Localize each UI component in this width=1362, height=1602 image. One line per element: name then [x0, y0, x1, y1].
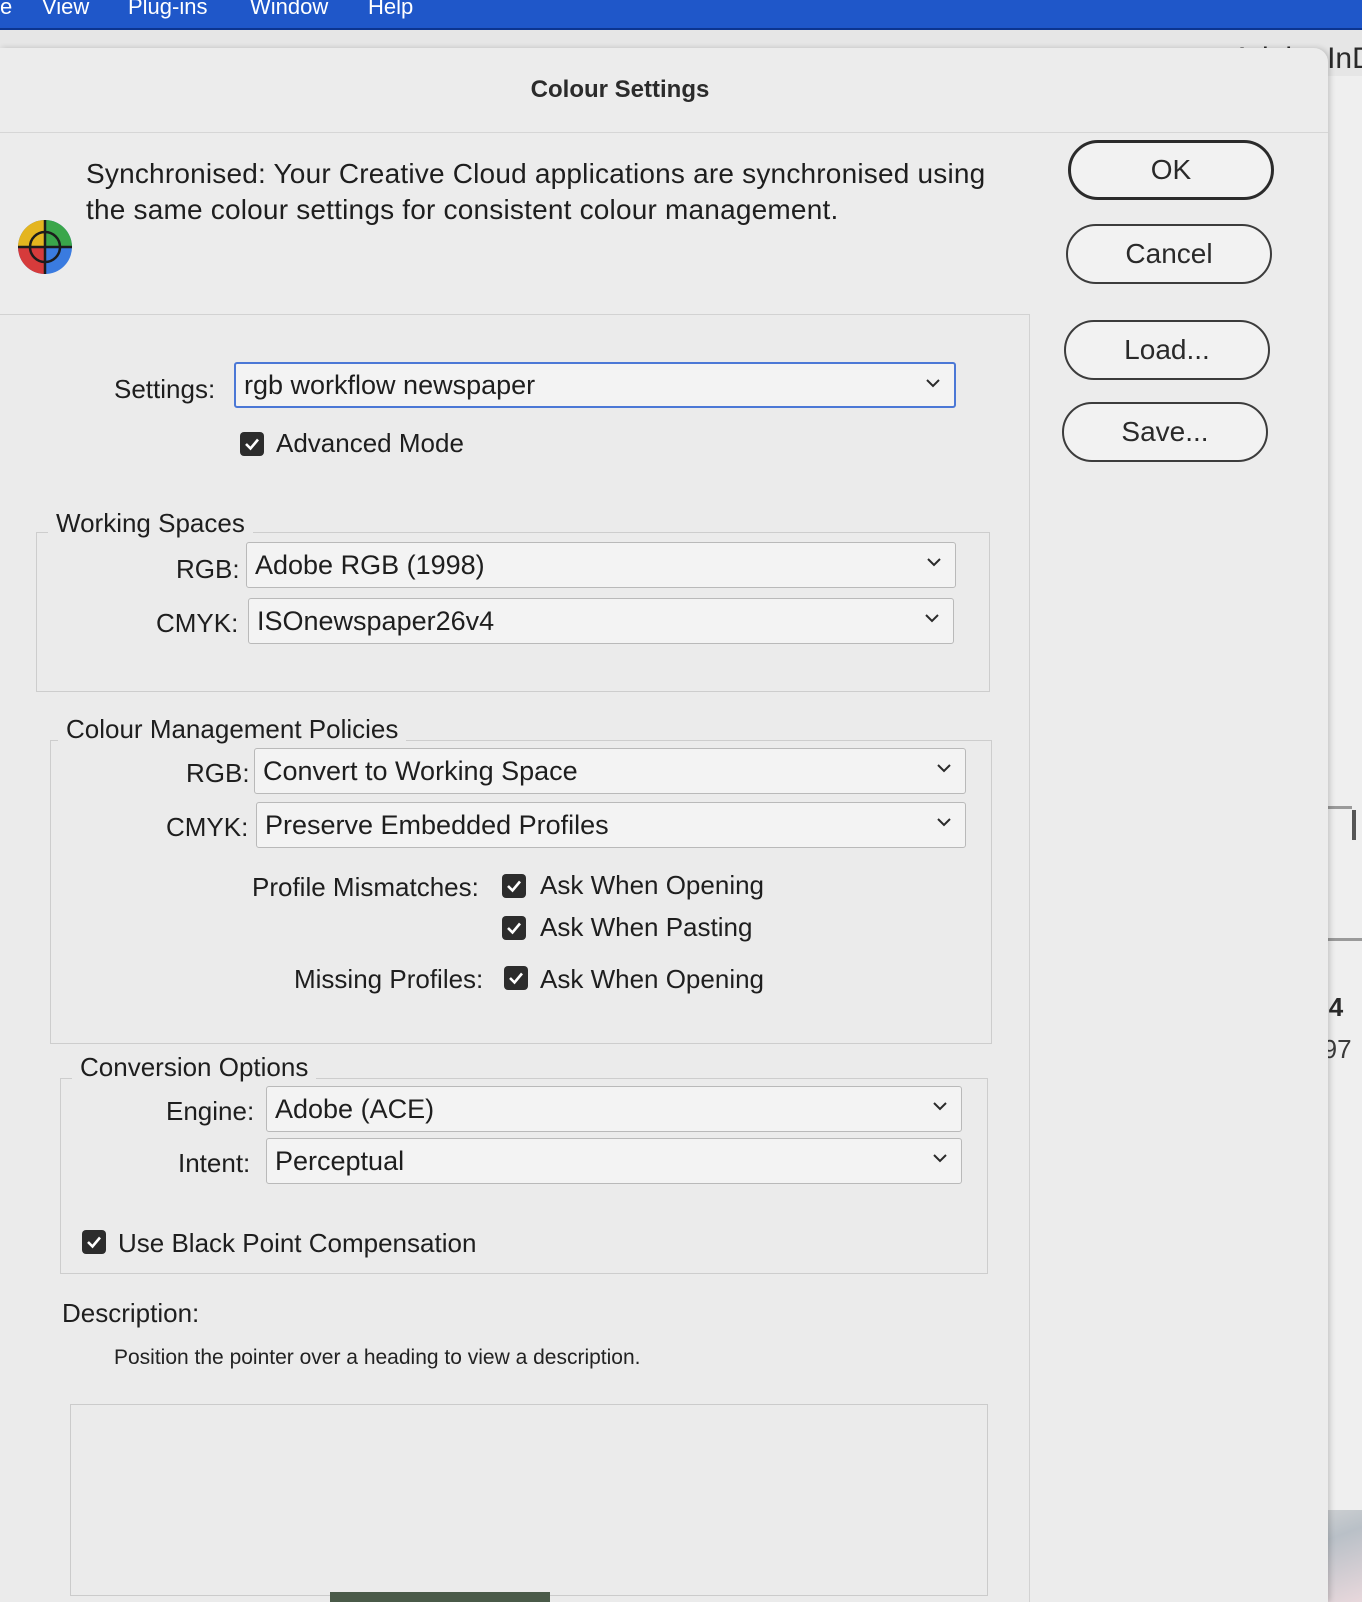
working-cmyk-select[interactable]: ISOnewspaper26v4: [248, 598, 954, 644]
colour-settings-dialog: Colour Settings Synchronised: Your Creat…: [0, 48, 1328, 1602]
policy-rgb-value: Convert to Working Space: [263, 755, 578, 786]
title-divider: [0, 132, 1328, 133]
panel-edge: [1352, 810, 1362, 840]
checkmark-icon: [507, 922, 521, 935]
working-cmyk-value: ISOnewspaper26v4: [257, 605, 495, 636]
settings-label: Settings:: [114, 374, 216, 404]
menu-item-help[interactable]: Help: [368, 0, 413, 20]
working-cmyk-label: CMYK:: [156, 608, 239, 638]
black-point-compensation-label: Use Black Point Compensation: [118, 1228, 477, 1258]
conversion-options-heading[interactable]: Conversion Options: [72, 1052, 317, 1083]
menu-item-window[interactable]: Window: [250, 0, 328, 20]
working-rgb-label: RGB:: [176, 554, 240, 584]
working-spaces-heading[interactable]: Working Spaces: [48, 508, 253, 539]
description-box: [70, 1404, 988, 1596]
settings-preset-select[interactable]: rgb workflow newspaper: [234, 362, 956, 408]
checkmark-icon: [509, 972, 523, 985]
menu-bar: e View Plug-ins Window Help: [0, 0, 1362, 30]
chevron-down-icon: [933, 1102, 947, 1111]
chevron-down-icon: [927, 558, 941, 567]
mismatch-ask-opening-checkbox[interactable]: [502, 874, 526, 898]
intent-value: Perceptual: [275, 1145, 405, 1176]
checkmark-icon: [245, 438, 259, 451]
menu-item-view[interactable]: View: [42, 0, 89, 20]
mismatch-ask-opening-label: Ask When Opening: [540, 870, 765, 900]
description-text: Position the pointer over a heading to v…: [114, 1346, 641, 1369]
policy-cmyk-value: Preserve Embedded Profiles: [265, 809, 609, 840]
intent-label: Intent:: [178, 1148, 251, 1178]
chevron-down-icon: [925, 614, 939, 623]
chevron-down-icon: [937, 818, 951, 827]
colour-sync-icon: [18, 220, 72, 274]
checkmark-icon: [87, 1236, 101, 1249]
chevron-down-icon: [937, 764, 951, 773]
sync-status-message: Synchronised: Your Creative Cloud applic…: [86, 158, 986, 225]
advanced-mode-checkbox[interactable]: [240, 432, 264, 456]
chevron-down-icon: [926, 379, 940, 388]
profile-mismatches-label: Profile Mismatches:: [252, 872, 479, 902]
cancel-button[interactable]: Cancel: [1066, 224, 1272, 284]
dialog-title: Colour Settings: [530, 76, 710, 103]
engine-value: Adobe (ACE): [275, 1093, 435, 1124]
policy-rgb-select[interactable]: Convert to Working Space: [254, 748, 966, 794]
missing-ask-opening-label: Ask When Opening: [540, 964, 765, 994]
missing-profiles-label: Missing Profiles:: [294, 964, 484, 994]
working-rgb-select[interactable]: Adobe RGB (1998): [246, 542, 956, 588]
menu-item-edit[interactable]: e: [0, 0, 12, 20]
working-rgb-value: Adobe RGB (1998): [255, 549, 485, 580]
checkmark-icon: [507, 880, 521, 893]
missing-ask-opening-checkbox[interactable]: [504, 966, 528, 990]
menu-item-plugins[interactable]: Plug-ins: [128, 0, 207, 20]
load-button[interactable]: Load...: [1064, 320, 1270, 380]
policy-cmyk-select[interactable]: Preserve Embedded Profiles: [256, 802, 966, 848]
ok-button[interactable]: OK: [1068, 140, 1274, 200]
black-point-compensation-checkbox[interactable]: [82, 1230, 106, 1254]
engine-label: Engine:: [166, 1096, 255, 1126]
policy-rgb-label: RGB:: [186, 758, 250, 788]
advanced-mode-label: Advanced Mode: [276, 428, 464, 458]
background-image-strip: [330, 1592, 550, 1602]
mismatch-ask-pasting-checkbox[interactable]: [502, 916, 526, 940]
mismatch-ask-pasting-label: Ask When Pasting: [540, 912, 753, 942]
chevron-down-icon: [933, 1154, 947, 1163]
policy-cmyk-label: CMYK:: [166, 812, 249, 842]
colour-management-policies-heading[interactable]: Colour Management Policies: [58, 714, 407, 745]
engine-select[interactable]: Adobe (ACE): [266, 1086, 962, 1132]
save-button[interactable]: Save...: [1062, 402, 1268, 462]
intent-select[interactable]: Perceptual: [266, 1138, 962, 1184]
description-label: Description:: [62, 1298, 200, 1328]
settings-preset-value: rgb workflow newspaper: [244, 369, 536, 400]
